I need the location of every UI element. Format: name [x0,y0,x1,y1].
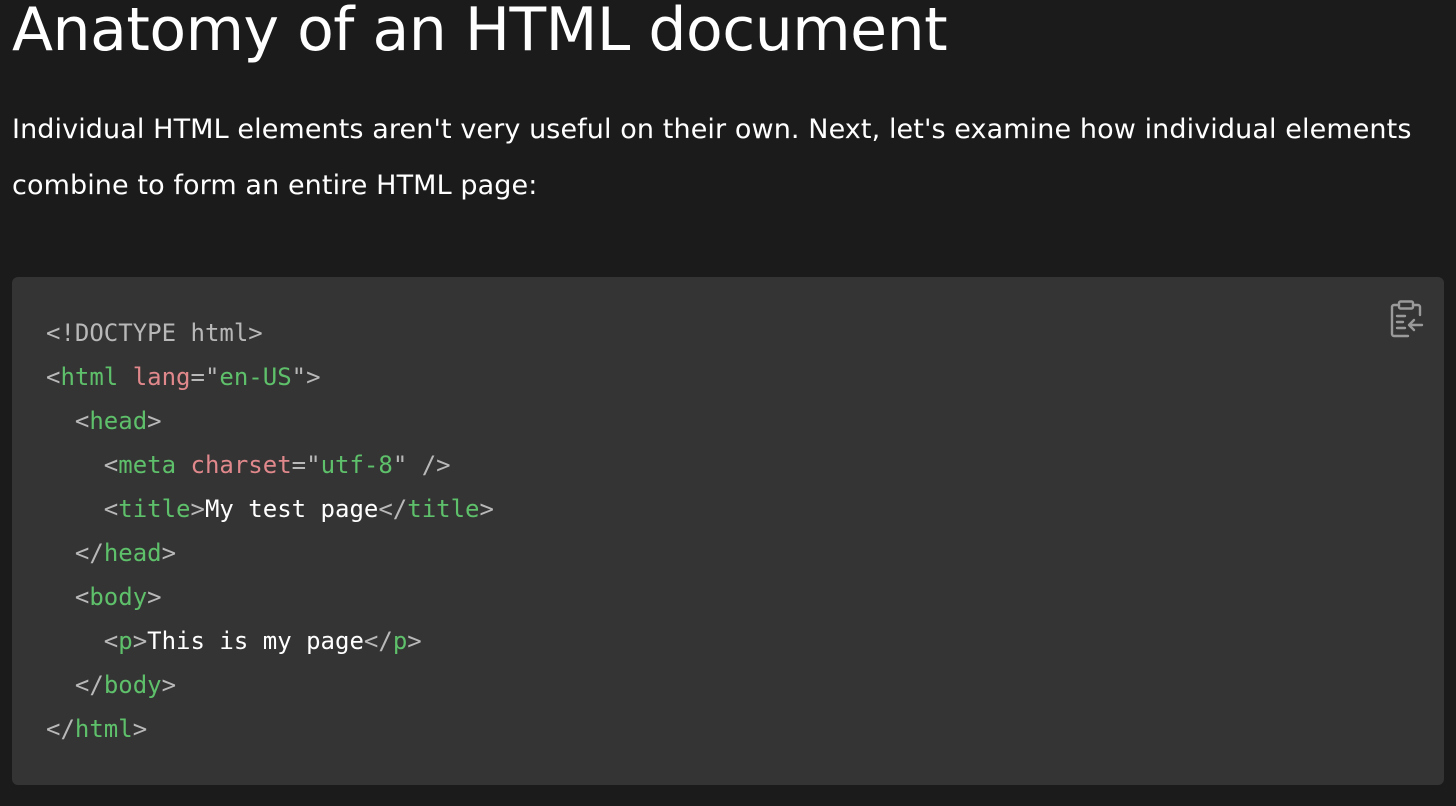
code-punctuation: < [74,583,90,611]
code-tag: meta [118,451,177,479]
code-tag: head [103,539,162,567]
code-punctuation: </ [378,495,408,523]
page-title: Anatomy of an HTML document [12,0,948,65]
code-punctuation: " /> [392,451,451,479]
code-punctuation: < [74,407,90,435]
code-punctuation: < [103,627,119,655]
code-punctuation: > [190,495,205,523]
code-tag: title [407,495,480,523]
code-punctuation: =" [190,363,220,391]
code-punctuation: > [407,627,422,655]
code-line-10: </html> [46,707,494,751]
code-punctuation: < [46,363,61,391]
code-text: My test page [204,495,379,523]
code-tag: html [60,363,119,391]
code-text: This is my page [147,627,364,655]
code-punctuation: < [103,451,119,479]
code-punctuation: < [103,495,119,523]
intro-paragraph: Individual HTML elements aren't very use… [12,114,1412,201]
code-line-2: <html lang="en-US"> [46,355,494,399]
page: Anatomy of an HTML document Individual H… [0,0,1456,806]
code-punctuation: </ [363,627,393,655]
code-punctuation: =" [291,451,321,479]
code-punctuation: "> [291,363,321,391]
code-example: <!DOCTYPE html> <html lang="en-US"> <head… [12,277,1444,785]
copy-to-clipboard-button[interactable] [1386,299,1426,343]
code-line-8: <p>This is my page</p> [46,619,494,663]
code-line-4: <meta charset="utf-8" /> [46,443,494,487]
code-tag: html [74,715,133,743]
code-tag: body [103,671,162,699]
code-punctuation: > [161,671,177,699]
code-tag: p [118,627,133,655]
code-punctuation: > [479,495,494,523]
code-line-6: </head> [46,531,494,575]
code-tag: p [392,627,408,655]
code-punctuation: > [132,715,148,743]
code-doctype: <!DOCTYPE html> [46,319,263,347]
code-punctuation: > [147,407,162,435]
code-punctuation: </ [74,539,104,567]
code-attribute-value: en-US [219,363,292,391]
code-punctuation: </ [74,671,104,699]
code-punctuation: > [147,583,162,611]
code-tag: title [118,495,191,523]
code-punctuation: > [161,539,177,567]
code-line-7: <body> [46,575,494,619]
code-line-5: <title>My test page</title> [46,487,494,531]
code-attribute: charset [190,451,292,479]
code-punctuation: > [132,627,148,655]
code-tag: head [89,407,148,435]
code-listing: <!DOCTYPE html> <html lang="en-US"> <head… [46,311,494,751]
code-line-9: </body> [46,663,494,707]
code-attribute: lang [132,363,191,391]
code-line-3: <head> [46,399,494,443]
code-punctuation: </ [46,715,75,743]
code-line-1: <!DOCTYPE html> [46,311,494,355]
code-tag: body [89,583,148,611]
code-attribute-value: utf-8 [320,451,393,479]
copy-to-clipboard-icon [1388,299,1424,343]
